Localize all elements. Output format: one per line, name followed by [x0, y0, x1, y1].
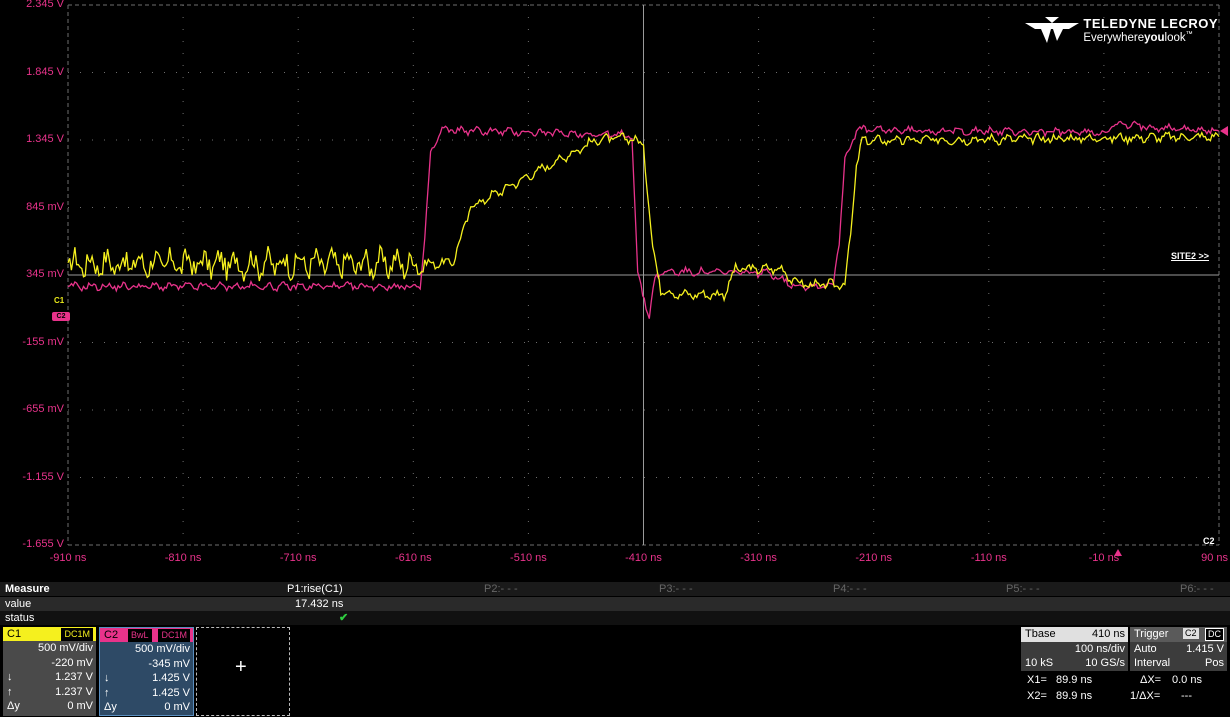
c1-down-value: 1.237 V: [55, 671, 93, 683]
y-tick-label: 845 mV: [26, 200, 64, 213]
c1-vdiv: 500 mV/div: [37, 642, 93, 654]
measure-p1[interactable]: P1:rise(C1): [287, 582, 343, 596]
c2-dy-label: Δy: [104, 701, 117, 713]
trigger-coupling-badge: DC: [1205, 628, 1224, 641]
inv-dx-value: ---: [1181, 690, 1192, 702]
c1-label: C1: [7, 628, 22, 640]
x-tick-label: -310 ns: [740, 552, 777, 564]
x-tick-label: -610 ns: [394, 552, 432, 564]
tbase-header: Tbase 410 ns: [1021, 627, 1128, 642]
trigger-level-marker[interactable]: [1220, 126, 1228, 136]
x-tick-label: -910 ns: [49, 552, 87, 564]
c2-down-arrow-icon: ↓: [104, 672, 110, 684]
p1-value: 17.432 ns: [295, 598, 344, 610]
c1-down-arrow-icon: ↓: [7, 671, 13, 683]
plus-icon: +: [235, 656, 247, 678]
x-tick-label: -710 ns: [279, 552, 317, 564]
x1-label: X1=: [1027, 674, 1047, 686]
y-tick-label: 1.845 V: [26, 65, 64, 78]
measure-status-row: status ✔: [0, 611, 1230, 625]
waveform-grid[interactable]: [0, 0, 1230, 580]
y-tick-label: 1.345 V: [26, 133, 64, 145]
add-channel-box[interactable]: +: [196, 627, 290, 716]
measure-value-row: value 17.432 ns: [0, 597, 1230, 611]
c2-coupling-badge: DC1M: [158, 629, 190, 642]
c2-up-arrow-icon: ↑: [104, 686, 110, 699]
c1-up-value: 1.237 V: [55, 685, 93, 698]
tbase-label: Tbase: [1025, 628, 1056, 640]
c1-up-arrow-icon: ↑: [7, 685, 13, 698]
trigger-box[interactable]: Trigger C2 DC Auto 1.415 V Interval Pos: [1130, 627, 1227, 671]
brand-tagline: Everywhereyoulook™: [1083, 31, 1193, 44]
tbase-rate: 10 GS/s: [1085, 657, 1125, 669]
tbase-value: 410 ns: [1091, 628, 1125, 640]
tbase-samples: 10 kS: [1025, 657, 1054, 669]
c2-offset: -345 mV: [148, 657, 190, 670]
cursor-readout: X1= 89.9 ns ΔX= 0.0 ns X2= 89.9 ns 1/ΔX=…: [1021, 672, 1227, 716]
c2-offset-marker[interactable]: C2: [52, 312, 70, 321]
c2-up-value: 1.425 V: [152, 686, 190, 699]
c2-label: C2: [104, 629, 119, 641]
trigger-header: Trigger C2 DC: [1130, 627, 1227, 642]
c1-offset-tag[interactable]: C1: [54, 296, 64, 305]
measure-panel: Measure P1:rise(C1) P2:- - - P3:- - - P4…: [0, 580, 1230, 626]
dx-label: ΔX=: [1140, 674, 1162, 686]
y-tick-label: 2.345 V: [26, 0, 64, 10]
x-tick-label: -510 ns: [510, 552, 547, 564]
x2-label: X2=: [1027, 690, 1047, 702]
x-tick-label: -110 ns: [970, 552, 1007, 564]
y-tick-label: -155 mV: [22, 335, 64, 348]
trigger-type: Interval: [1134, 657, 1171, 669]
y-tick-label: -655 mV: [22, 403, 64, 415]
x1-value: 89.9 ns: [1056, 674, 1093, 686]
x2-value: 89.9 ns: [1056, 690, 1093, 702]
tbase-div: 100 ns/div: [1074, 642, 1125, 655]
c2-vdiv: 500 mV/div: [134, 643, 190, 655]
trigger-slope: Pos: [1205, 657, 1224, 669]
site-link[interactable]: SITE2 >>: [1171, 251, 1209, 261]
status-label: status: [5, 612, 35, 624]
inv-dx-label: 1/ΔX=: [1130, 690, 1161, 702]
trigger-level: 1.415 V: [1186, 642, 1224, 655]
teledyne-logo-icon: [1025, 17, 1080, 43]
c2-dy-value: 0 mV: [164, 701, 190, 713]
c1-coupling-badge: DC1M: [61, 628, 93, 641]
brand-name: TELEDYNE LECROY: [1083, 16, 1218, 32]
y-tick-label: 345 mV: [26, 268, 64, 280]
y-tick-label: -1.155 V: [22, 470, 64, 483]
status-ok-icon: ✔: [339, 612, 349, 624]
x-tick-label: -410 ns: [625, 552, 662, 564]
c2-bwl-badge: BwL: [128, 629, 152, 642]
value-label: value: [5, 598, 32, 610]
c1-dy-value: 0 mV: [67, 700, 93, 712]
x-tick-label: -210 ns: [855, 552, 893, 564]
c1-channel-box[interactable]: C1 DC1M 500 mV/div -220 mV ↓ 1.237 V ↑ 1.2…: [3, 627, 96, 716]
c2-header: C2 BwL DC1M: [100, 628, 193, 642]
trigger-position-marker[interactable]: [1114, 549, 1122, 556]
c2-channel-box[interactable]: C2 BwL DC1M 500 mV/div -345 mV ↓ 1.425 V …: [99, 627, 194, 716]
dx-value: 0.0 ns: [1172, 674, 1202, 686]
measure-title: Measure: [5, 583, 50, 595]
c1-dy-label: Δy: [7, 700, 20, 712]
trigger-source-badge: C2: [1183, 628, 1199, 639]
y-tick-label: -1.655 V: [22, 538, 64, 550]
timebase-box[interactable]: Tbase 410 ns 100 ns/div 10 kS 10 GS/s: [1021, 627, 1128, 671]
x-tick-label: 90 ns: [1201, 552, 1228, 564]
trigger-mode: Auto: [1134, 642, 1157, 655]
x-tick-label: -810 ns: [164, 552, 202, 564]
measure-p3[interactable]: P3:- - -: [659, 582, 693, 596]
c1-header: C1 DC1M: [3, 627, 96, 641]
measure-header-row: Measure P1:rise(C1) P2:- - - P3:- - - P4…: [0, 582, 1230, 596]
c2-down-value: 1.425 V: [152, 672, 190, 684]
measure-p5[interactable]: P5:- - -: [1006, 582, 1040, 596]
measure-p2[interactable]: P2:- - -: [484, 582, 518, 596]
measure-p6[interactable]: P6:- - -: [1180, 582, 1214, 596]
c2-trace-tag: C2: [1203, 536, 1215, 546]
measure-p4[interactable]: P4:- - -: [833, 582, 867, 596]
teledyne-lecroy-logo: TELEDYNE LECROY Everywhereyoulook™: [1025, 15, 1218, 45]
trigger-label: Trigger: [1134, 628, 1169, 640]
c1-offset: -220 mV: [51, 656, 93, 669]
